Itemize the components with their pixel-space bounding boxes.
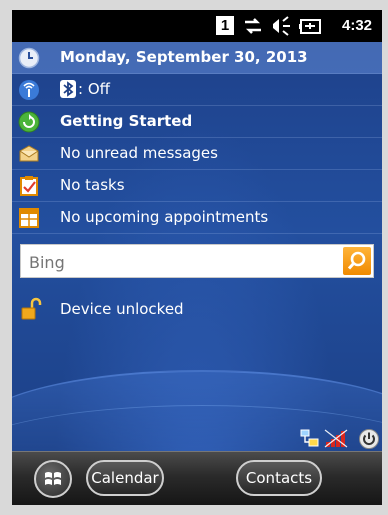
tasks-row[interactable]: No tasks xyxy=(12,170,382,202)
device-lock-status: Device unlocked xyxy=(60,300,184,318)
clock-icon xyxy=(18,47,40,69)
search-input[interactable] xyxy=(27,249,331,275)
getting-started-label: Getting Started xyxy=(60,112,193,130)
signal-strength-icon[interactable] xyxy=(324,428,350,448)
calendar-softkey[interactable]: Calendar xyxy=(86,460,164,496)
notification-count-badge[interactable]: 1 xyxy=(216,16,234,35)
data-arrows-icon[interactable] xyxy=(242,16,264,36)
power-icon[interactable] xyxy=(358,428,380,450)
search-icon xyxy=(347,251,366,270)
today-screen: 1 4:32 Monday, September 30, 2013: Off … xyxy=(12,10,382,505)
status-bar: 1 4:32 xyxy=(12,10,382,42)
tasks-label: No tasks xyxy=(60,176,125,194)
tasks-icon xyxy=(18,175,40,197)
bluetooth-status: : Off xyxy=(78,80,110,98)
getting-started-row[interactable]: Getting Started xyxy=(12,106,382,138)
envelope-icon xyxy=(18,143,40,165)
date-row[interactable]: Monday, September 30, 2013 xyxy=(12,42,382,74)
appointments-label: No upcoming appointments xyxy=(60,208,269,226)
battery-charging-icon[interactable] xyxy=(298,16,324,36)
messages-row[interactable]: No unread messages xyxy=(12,138,382,170)
messages-label: No unread messages xyxy=(60,144,218,162)
device-lock-row[interactable]: Device unlocked xyxy=(12,295,382,325)
search-button[interactable] xyxy=(343,247,371,275)
getting-started-icon xyxy=(18,111,40,133)
calendar-icon xyxy=(18,207,40,229)
unlocked-padlock-icon xyxy=(20,297,42,321)
clock-time[interactable]: 4:32 xyxy=(342,17,372,37)
bluetooth-icon xyxy=(60,80,76,98)
network-icon[interactable] xyxy=(300,428,320,448)
speaker-icon[interactable] xyxy=(270,16,292,36)
date-label: Monday, September 30, 2013 xyxy=(60,48,308,66)
search-box[interactable] xyxy=(20,244,374,278)
softkey-bar: Calendar Contacts xyxy=(12,451,382,505)
contacts-softkey[interactable]: Contacts xyxy=(236,460,322,496)
wireless-manager-icon xyxy=(18,79,40,101)
windows-logo-icon xyxy=(45,472,61,485)
appointments-row[interactable]: No upcoming appointments xyxy=(12,202,382,234)
bluetooth-row[interactable]: : Off xyxy=(12,74,382,106)
start-button[interactable] xyxy=(34,460,72,498)
